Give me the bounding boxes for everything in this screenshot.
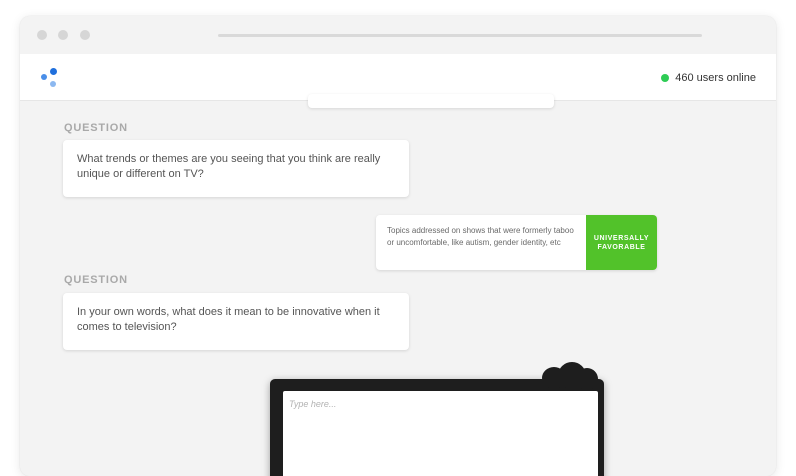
chat-content: QUESTION What trends or themes are you s… [20,94,776,476]
universally-favorable-badge: UNIVERSALLY FAVORABLE [586,215,657,270]
online-status: 460 users online [661,72,756,84]
answer-text: Topics addressed on shows that were form… [387,226,574,247]
online-count: 460 users online [675,72,756,84]
question-card: In your own words, what does it mean to … [63,293,409,350]
title-bar [20,16,776,54]
question-card: What trends or themes are you seeing tha… [63,140,409,197]
answer-card: Topics addressed on shows that were form… [376,215,657,270]
online-dot-icon [661,74,670,82]
thought-cloud-icon [576,368,598,390]
tv-response-box [270,362,604,476]
previous-message-card [308,94,554,108]
three-dot-logo-icon[interactable] [40,68,60,90]
question-label: QUESTION [64,274,128,286]
question-label: QUESTION [64,122,128,134]
window-close-dot[interactable] [37,30,47,40]
window-minimize-dot[interactable] [58,30,68,40]
question-text: In your own words, what does it mean to … [77,306,380,333]
response-input[interactable] [283,391,598,476]
address-bar[interactable] [218,34,702,37]
tv-screen [283,391,598,476]
window-maximize-dot[interactable] [80,30,90,40]
browser-window: 460 users online QUESTION What trends or… [20,16,776,476]
question-text: What trends or themes are you seeing tha… [77,153,381,180]
